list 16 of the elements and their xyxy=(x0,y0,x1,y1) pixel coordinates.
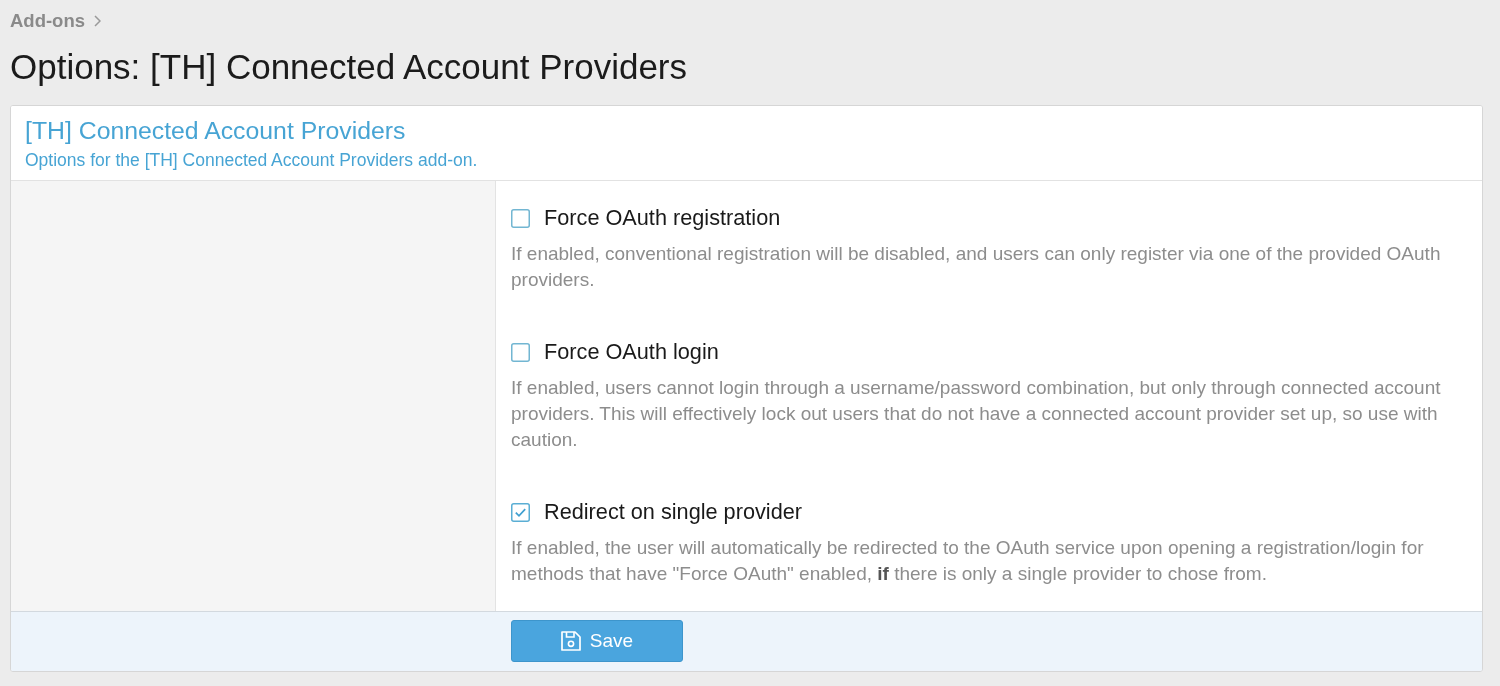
panel-title: [TH] Connected Account Providers xyxy=(25,117,406,145)
option-label: Force OAuth registration xyxy=(544,204,781,232)
save-icon xyxy=(560,631,581,651)
option-label: Force OAuth login xyxy=(544,338,719,366)
panel-description: Options for the [TH] Connected Account Providers add-on. xyxy=(25,150,478,170)
option-description: If enabled, the user will automatically be redirected to the OAuth service upon opening a registration/login for methods that have "Force OAuth" enabled, if there is only a single provider to chose from. xyxy=(511,536,1425,586)
chevron-right-icon xyxy=(94,15,101,27)
option-description: If enabled, conventional registration will be disabled, and users can only register via one of the provided OAuth providers. xyxy=(511,242,1442,292)
checkbox[interactable] xyxy=(511,208,530,228)
page-title: Options: [TH] Connected Account Providers xyxy=(10,47,687,87)
option-description: If enabled, users cannot login through a username/password combination, but only through connected account providers. This will effectively lock out users that do not have a connected account provider set up, so use with caution. xyxy=(511,376,1442,452)
breadcrumb-link[interactable]: Add-ons xyxy=(10,8,85,34)
checkbox[interactable] xyxy=(511,502,530,522)
checkbox[interactable] xyxy=(511,342,530,362)
option-label: Redirect on single provider xyxy=(544,498,802,526)
save-button[interactable]: Save xyxy=(511,620,683,662)
